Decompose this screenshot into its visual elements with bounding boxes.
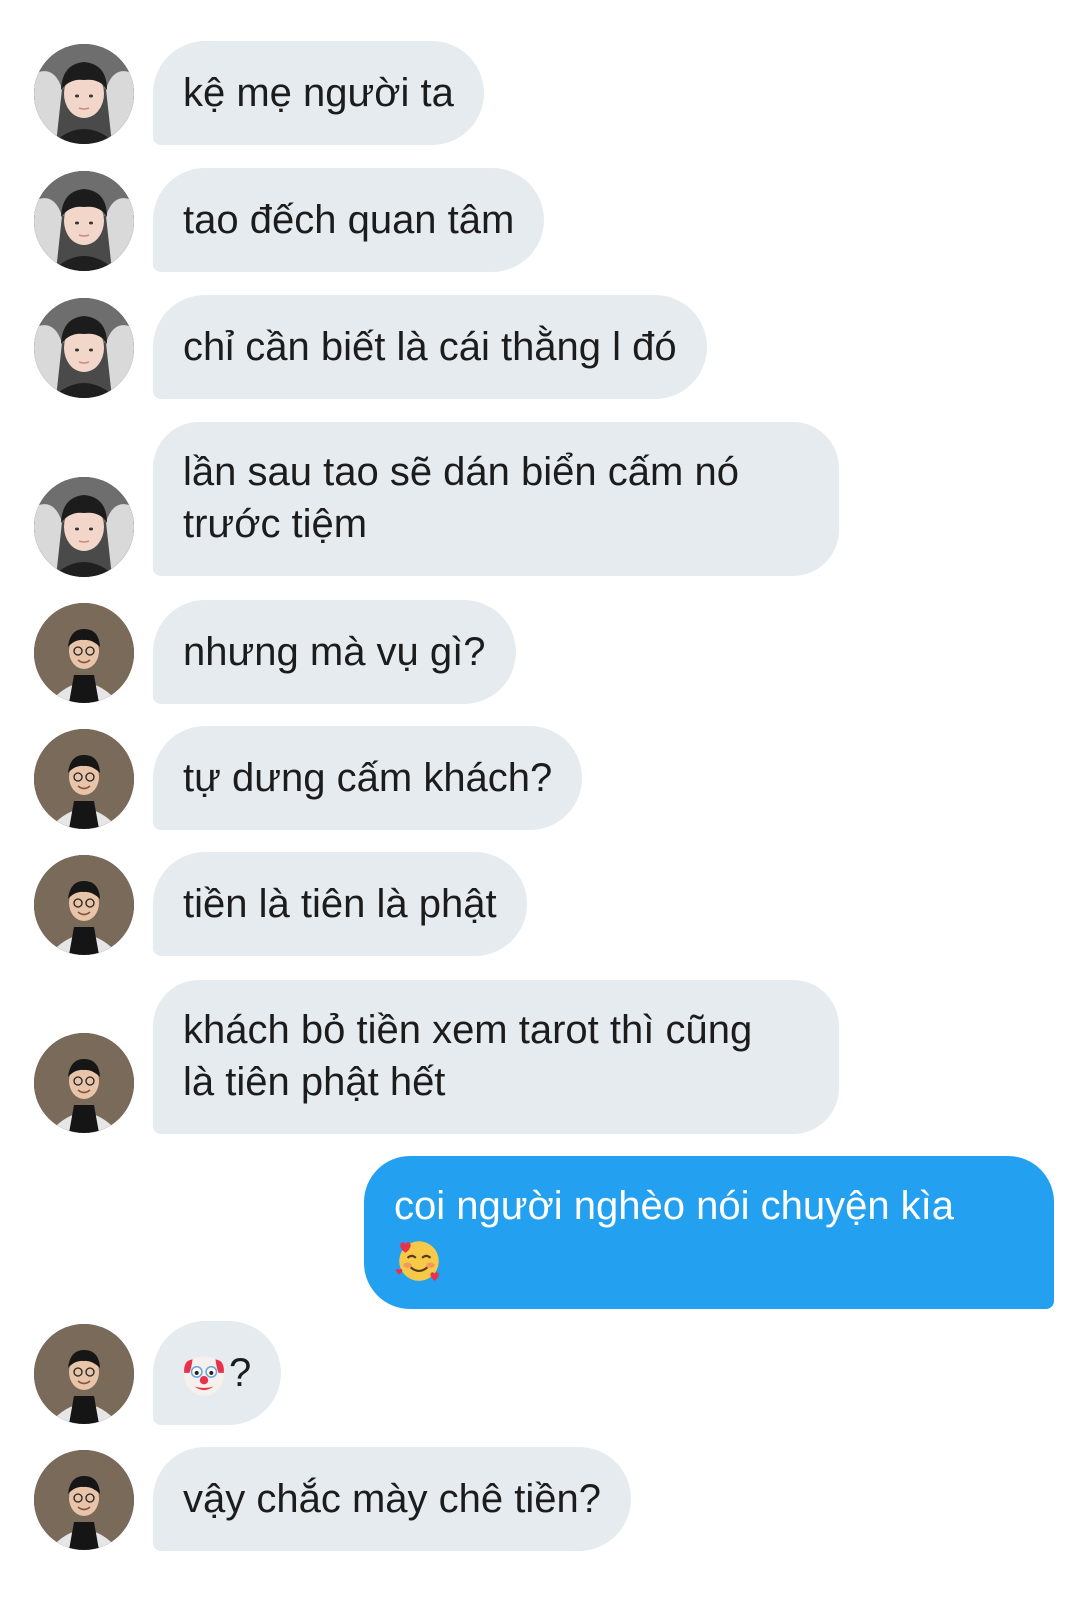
message-bubble[interactable]: tiền là tiên là phật — [153, 852, 527, 956]
clown-face-emoji-icon — [179, 1350, 229, 1400]
message-bubble[interactable]: nhưng mà vụ gì? — [153, 600, 516, 704]
message-text-line: lần sau tao sẽ dán biển cấm nó — [183, 450, 739, 494]
avatar[interactable] — [34, 729, 134, 829]
avatar-dark-hair-icon — [34, 44, 134, 144]
avatar-dark-hair-icon — [34, 171, 134, 271]
avatar-dark-hair-icon — [34, 477, 134, 577]
avatar[interactable] — [34, 1033, 134, 1133]
outgoing-message-bubble[interactable]: coi người nghèo nói chuyện kìa — [364, 1156, 1054, 1309]
avatar-glasses-smile-icon — [34, 1033, 134, 1133]
avatar[interactable] — [34, 477, 134, 577]
message-text-line: coi người nghèo nói chuyện kìa — [394, 1184, 955, 1228]
avatar[interactable] — [34, 44, 134, 144]
avatar-glasses-smile-icon — [34, 1324, 134, 1424]
avatar[interactable] — [34, 1324, 134, 1424]
message-text-line: trước tiệm — [183, 502, 368, 546]
message-text: kệ mẹ người ta — [183, 71, 454, 115]
message-text: chỉ cần biết là cái thằng l đó — [183, 325, 677, 369]
message-bubble[interactable]: tự dưng cấm khách? — [153, 726, 583, 830]
avatar[interactable] — [34, 298, 134, 398]
message-text: tự dưng cấm khách? — [183, 756, 553, 800]
avatar-glasses-smile-icon — [34, 1450, 134, 1550]
message-bubble[interactable]: tao đếch quan tâm — [153, 168, 545, 272]
message-bubble[interactable]: lần sau tao sẽ dán biển cấm nó trước tiệ… — [153, 422, 839, 576]
message-text: vậy chắc mày chê tiền? — [183, 1477, 601, 1521]
chat-thread: kệ mẹ người ta tao đếch quan tâm chỉ cần… — [0, 0, 1080, 1600]
message-text: nhưng mà vụ gì? — [183, 630, 486, 674]
message-text: tao đếch quan tâm — [183, 198, 515, 242]
message-text-line: khách bỏ tiền xem tarot thì cũng — [183, 1008, 753, 1052]
avatar[interactable] — [34, 1450, 134, 1550]
message-bubble[interactable]: vậy chắc mày chê tiền? — [153, 1447, 631, 1551]
message-emoji-line — [394, 1232, 1024, 1285]
message-bubble[interactable]: ? — [153, 1321, 282, 1425]
avatar[interactable] — [34, 855, 134, 955]
message-text: tiền là tiên là phật — [183, 882, 497, 926]
message-bubble[interactable]: kệ mẹ người ta — [153, 41, 484, 145]
avatar[interactable] — [34, 603, 134, 703]
avatar-glasses-smile-icon — [34, 729, 134, 829]
avatar[interactable] — [34, 171, 134, 271]
message-text: ? — [229, 1351, 252, 1395]
message-text-line: là tiên phật hết — [183, 1060, 446, 1104]
smiling-face-with-hearts-emoji-icon — [394, 1235, 444, 1285]
message-bubble[interactable]: khách bỏ tiền xem tarot thì cũng là tiên… — [153, 980, 839, 1134]
avatar-glasses-smile-icon — [34, 603, 134, 703]
message-bubble[interactable]: chỉ cần biết là cái thằng l đó — [153, 295, 707, 399]
avatar-glasses-smile-icon — [34, 855, 134, 955]
avatar-dark-hair-icon — [34, 298, 134, 398]
